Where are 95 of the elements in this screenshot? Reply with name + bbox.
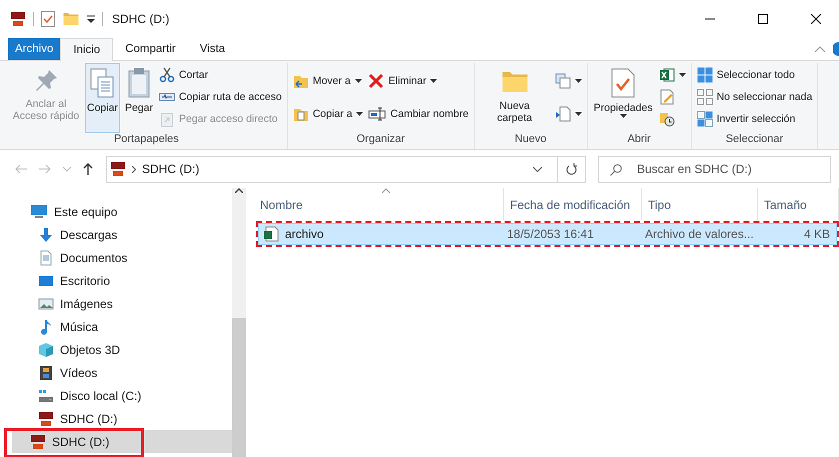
caret-icon <box>574 112 582 116</box>
rename-icon <box>368 106 386 122</box>
nav-item[interactable]: Disco local (C:) <box>0 384 232 407</box>
table-cell-text: 18/5/2053 16:41 <box>506 226 595 243</box>
caret-icon <box>354 78 362 82</box>
file-menu-tab[interactable]: Archivo <box>8 38 60 60</box>
ribbon-button[interactable]: Copiar a <box>292 104 364 122</box>
caret-icon <box>620 114 627 118</box>
nav-item[interactable]: Música <box>0 315 232 338</box>
ribbon-button[interactable]: Cortar <box>158 66 283 84</box>
column-header[interactable]: Tipo <box>642 188 758 220</box>
shortcut-icon <box>158 111 175 127</box>
table-cell: archivo <box>259 224 505 244</box>
collapse-ribbon-icon <box>815 46 825 52</box>
column-header[interactable]: Nombre <box>254 188 504 220</box>
back-arrow-icon <box>15 164 27 174</box>
maximize-icon <box>758 14 768 24</box>
nav-item[interactable]: Vídeos <box>0 361 232 384</box>
edit-icon <box>658 89 675 105</box>
nav-item[interactable]: Imágenes <box>0 292 232 315</box>
ribbon-tab[interactable]: Compartir <box>113 38 188 60</box>
select-all-icon <box>696 67 713 83</box>
refresh-icon <box>566 163 577 175</box>
caret-icon <box>574 78 582 82</box>
checklist-icon <box>41 11 55 27</box>
ribbon-button[interactable]: No seleccionar nada <box>696 88 814 106</box>
ribbon-large-button[interactable]: Propiedades <box>592 63 655 133</box>
spreadsheet-icon <box>658 67 675 83</box>
caret-icon <box>356 112 364 116</box>
nav-item[interactable]: Este equipo <box>0 200 232 223</box>
ribbon-button[interactable]: Seleccionar todo <box>696 66 814 84</box>
cube-icon <box>38 342 54 358</box>
nav-item[interactable]: Documentos <box>0 246 232 269</box>
ribbon-button[interactable]: Invertir selección <box>696 110 814 128</box>
caret-icon <box>430 78 438 82</box>
window-title: SDHC (D:) <box>112 12 170 26</box>
ribbon-large-button[interactable]: Nueva carpeta <box>478 63 551 133</box>
clipboard-icon <box>126 67 151 99</box>
search-icon <box>610 164 622 176</box>
caret-icon <box>678 73 686 77</box>
drive-icon <box>38 388 54 404</box>
ribbon-button[interactable]: Copiar ruta de acceso <box>158 88 283 106</box>
ribbon-button[interactable]: Eliminar <box>367 72 470 90</box>
ribbon-tab[interactable]: Vista <box>188 38 238 60</box>
chevron-down-icon <box>63 166 71 172</box>
nav-item[interactable]: Escritorio <box>0 269 232 292</box>
customize-caret-icon <box>87 15 95 23</box>
scroll-up-icon <box>235 188 243 193</box>
easy-access-icon <box>554 106 571 122</box>
image-icon <box>38 296 54 312</box>
nav-item[interactable]: SDHC (D:) <box>0 407 232 430</box>
computer-icon <box>30 204 48 220</box>
table-cell-text: 4 KB <box>802 226 831 243</box>
invert-selection-icon <box>696 111 713 127</box>
spreadsheet-file-icon <box>263 226 279 242</box>
ribbon-button[interactable] <box>658 66 687 84</box>
address-bar[interactable]: SDHC (D:) <box>106 156 586 182</box>
file-row[interactable]: archivo 18/5/2053 16:41 Archivo de valores... 4 KB <box>259 224 836 244</box>
group-label: Seleccionar <box>724 133 784 147</box>
delete-icon <box>368 72 384 88</box>
group-label: Abrir <box>626 133 652 147</box>
ribbon-button[interactable] <box>554 104 583 122</box>
scroll-thumb[interactable] <box>232 318 246 457</box>
ribbon-button[interactable]: Mover a <box>292 72 364 90</box>
group-label: Organizar <box>356 133 406 147</box>
column-header[interactable]: Fecha de modificación <box>504 188 642 220</box>
history-icon <box>658 111 675 127</box>
ribbon-button[interactable] <box>554 72 583 90</box>
scissors-icon <box>158 67 175 83</box>
up-arrow-icon <box>83 163 93 175</box>
music-note-icon <box>38 318 54 334</box>
ribbon-tab[interactable]: Inicio <box>60 38 114 61</box>
new-item-icon <box>554 72 571 88</box>
copy-icon <box>88 67 116 99</box>
breadcrumb-chevron-icon <box>132 166 136 172</box>
select-none-icon <box>696 89 713 105</box>
ribbon-button[interactable]: Cambiar nombre <box>367 104 470 122</box>
ribbon-large-button[interactable]: Pegar <box>122 63 155 133</box>
nav-item[interactable]: Objetos 3D <box>0 338 232 361</box>
ribbon-large-button[interactable]: Copiar <box>85 63 120 133</box>
film-icon <box>38 364 54 380</box>
properties-icon <box>609 67 638 99</box>
scrollbar[interactable] <box>232 188 246 457</box>
folder-icon <box>62 10 80 28</box>
nav-item[interactable]: Descargas <box>0 223 232 246</box>
document-icon <box>38 250 54 266</box>
column-header[interactable]: Tamaño <box>758 188 839 220</box>
download-icon <box>38 226 54 242</box>
close-icon <box>811 14 821 24</box>
table-cell-text: Archivo de valores... <box>644 226 755 243</box>
forward-arrow-icon <box>39 164 51 174</box>
search-field[interactable]: Buscar en SDHC (D:) <box>598 156 831 182</box>
group-label: Nuevo <box>514 133 548 147</box>
group-label: Portapapeles <box>112 133 180 147</box>
chevron-down-icon <box>532 166 542 172</box>
